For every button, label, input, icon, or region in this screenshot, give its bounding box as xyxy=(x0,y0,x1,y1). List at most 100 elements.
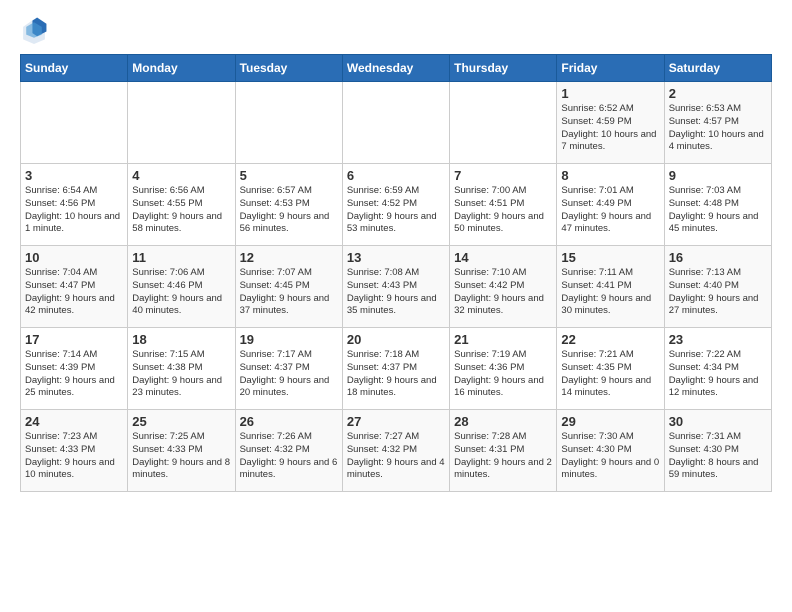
calendar-cell: 16 Sunrise: 7:13 AM Sunset: 4:40 PM Dayli… xyxy=(664,246,771,328)
calendar-week-row: 1 Sunrise: 6:52 AM Sunset: 4:59 PM Daylig… xyxy=(21,82,772,164)
day-info: Sunrise: 7:26 AM Sunset: 4:32 PM Dayligh… xyxy=(240,431,338,482)
calendar-cell: 13Sunrise: 7:08 AM Sunset: 4:43 PM Dayli… xyxy=(342,246,449,328)
calendar-cell: 5Sunrise: 6:57 AM Sunset: 4:53 PM Daylig… xyxy=(235,164,342,246)
calendar-week-row: 24 Sunrise: 7:23 AM Sunset: 4:33 PM Dayli… xyxy=(21,410,772,492)
day-of-week-header: Thursday xyxy=(450,55,557,82)
calendar-cell: 10 Sunrise: 7:04 AM Sunset: 4:47 PM Dayli… xyxy=(21,246,128,328)
day-info: Sunrise: 7:01 AM Sunset: 4:49 PM Dayligh… xyxy=(561,185,659,236)
day-number: 27 xyxy=(347,414,445,429)
day-info: Sunrise: 7:07 AM Sunset: 4:45 PM Dayligh… xyxy=(240,267,338,318)
calendar-cell: 15 Sunrise: 7:11 AM Sunset: 4:41 PM Dayli… xyxy=(557,246,664,328)
day-number: 29 xyxy=(561,414,659,429)
calendar-cell: 4 Sunrise: 6:56 AM Sunset: 4:55 PM Daylig… xyxy=(128,164,235,246)
day-info: Sunrise: 7:13 AM Sunset: 4:40 PM Dayligh… xyxy=(669,267,767,318)
calendar-cell: 18 Sunrise: 7:15 AM Sunset: 4:38 PM Dayli… xyxy=(128,328,235,410)
day-info: Sunrise: 7:31 AM Sunset: 4:30 PM Dayligh… xyxy=(669,431,767,482)
day-number: 23 xyxy=(669,332,767,347)
day-of-week-header: Tuesday xyxy=(235,55,342,82)
day-number: 3 xyxy=(25,168,123,183)
day-info: Sunrise: 7:04 AM Sunset: 4:47 PM Dayligh… xyxy=(25,267,123,318)
day-info: Sunrise: 7:14 AM Sunset: 4:39 PM Dayligh… xyxy=(25,349,123,400)
day-of-week-header: Wednesday xyxy=(342,55,449,82)
day-info: Sunrise: 7:00 AM Sunset: 4:51 PM Dayligh… xyxy=(454,185,552,236)
calendar-cell: 1 Sunrise: 6:52 AM Sunset: 4:59 PM Daylig… xyxy=(557,82,664,164)
day-info: Sunrise: 7:15 AM Sunset: 4:38 PM Dayligh… xyxy=(132,349,230,400)
day-info: Sunrise: 7:08 AM Sunset: 4:43 PM Dayligh… xyxy=(347,267,445,318)
day-number: 26 xyxy=(240,414,338,429)
calendar-cell xyxy=(450,82,557,164)
calendar-week-row: 3 Sunrise: 6:54 AM Sunset: 4:56 PM Daylig… xyxy=(21,164,772,246)
calendar-cell: 19Sunrise: 7:17 AM Sunset: 4:37 PM Dayli… xyxy=(235,328,342,410)
day-number: 14 xyxy=(454,250,552,265)
day-info: Sunrise: 7:17 AM Sunset: 4:37 PM Dayligh… xyxy=(240,349,338,400)
day-number: 2 xyxy=(669,86,767,101)
day-number: 11 xyxy=(132,250,230,265)
day-info: Sunrise: 6:52 AM Sunset: 4:59 PM Dayligh… xyxy=(561,103,659,154)
day-number: 7 xyxy=(454,168,552,183)
day-number: 18 xyxy=(132,332,230,347)
day-number: 9 xyxy=(669,168,767,183)
calendar-table: SundayMondayTuesdayWednesdayThursdayFrid… xyxy=(20,54,772,492)
calendar-header-row: SundayMondayTuesdayWednesdayThursdayFrid… xyxy=(21,55,772,82)
calendar-cell xyxy=(235,82,342,164)
day-of-week-header: Monday xyxy=(128,55,235,82)
calendar-cell: 22Sunrise: 7:21 AM Sunset: 4:35 PM Dayli… xyxy=(557,328,664,410)
calendar-cell: 17 Sunrise: 7:14 AM Sunset: 4:39 PM Dayli… xyxy=(21,328,128,410)
logo xyxy=(20,16,52,44)
day-info: Sunrise: 6:59 AM Sunset: 4:52 PM Dayligh… xyxy=(347,185,445,236)
header xyxy=(20,16,772,44)
calendar-cell: 30 Sunrise: 7:31 AM Sunset: 4:30 PM Dayli… xyxy=(664,410,771,492)
calendar-cell: 28Sunrise: 7:28 AM Sunset: 4:31 PM Dayli… xyxy=(450,410,557,492)
day-info: Sunrise: 7:30 AM Sunset: 4:30 PM Dayligh… xyxy=(561,431,659,482)
calendar-cell: 29 Sunrise: 7:30 AM Sunset: 4:30 PM Dayli… xyxy=(557,410,664,492)
calendar-cell: 3 Sunrise: 6:54 AM Sunset: 4:56 PM Daylig… xyxy=(21,164,128,246)
day-info: Sunrise: 7:19 AM Sunset: 4:36 PM Dayligh… xyxy=(454,349,552,400)
day-info: Sunrise: 7:03 AM Sunset: 4:48 PM Dayligh… xyxy=(669,185,767,236)
day-number: 4 xyxy=(132,168,230,183)
day-number: 22 xyxy=(561,332,659,347)
page-container: SundayMondayTuesdayWednesdayThursdayFrid… xyxy=(0,0,792,502)
day-number: 17 xyxy=(25,332,123,347)
day-info: Sunrise: 6:53 AM Sunset: 4:57 PM Dayligh… xyxy=(669,103,767,154)
day-info: Sunrise: 7:11 AM Sunset: 4:41 PM Dayligh… xyxy=(561,267,659,318)
day-of-week-header: Friday xyxy=(557,55,664,82)
day-number: 12 xyxy=(240,250,338,265)
calendar-cell: 2 Sunrise: 6:53 AM Sunset: 4:57 PM Daylig… xyxy=(664,82,771,164)
day-info: Sunrise: 6:54 AM Sunset: 4:56 PM Dayligh… xyxy=(25,185,123,236)
day-info: Sunrise: 6:56 AM Sunset: 4:55 PM Dayligh… xyxy=(132,185,230,236)
day-number: 5 xyxy=(240,168,338,183)
calendar-cell: 25 Sunrise: 7:25 AM Sunset: 4:33 PM Dayli… xyxy=(128,410,235,492)
day-info: Sunrise: 7:23 AM Sunset: 4:33 PM Dayligh… xyxy=(25,431,123,482)
day-number: 16 xyxy=(669,250,767,265)
day-info: Sunrise: 7:18 AM Sunset: 4:37 PM Dayligh… xyxy=(347,349,445,400)
calendar-cell xyxy=(21,82,128,164)
calendar-cell: 24 Sunrise: 7:23 AM Sunset: 4:33 PM Dayli… xyxy=(21,410,128,492)
day-number: 25 xyxy=(132,414,230,429)
calendar-cell: 12 Sunrise: 7:07 AM Sunset: 4:45 PM Dayli… xyxy=(235,246,342,328)
calendar-week-row: 10 Sunrise: 7:04 AM Sunset: 4:47 PM Dayli… xyxy=(21,246,772,328)
day-number: 10 xyxy=(25,250,123,265)
calendar-cell: 14 Sunrise: 7:10 AM Sunset: 4:42 PM Dayli… xyxy=(450,246,557,328)
calendar-cell: 20 Sunrise: 7:18 AM Sunset: 4:37 PM Dayli… xyxy=(342,328,449,410)
day-info: Sunrise: 7:25 AM Sunset: 4:33 PM Dayligh… xyxy=(132,431,230,482)
logo-icon xyxy=(20,16,48,44)
calendar-cell: 6Sunrise: 6:59 AM Sunset: 4:52 PM Daylig… xyxy=(342,164,449,246)
calendar-cell: 8 Sunrise: 7:01 AM Sunset: 4:49 PM Daylig… xyxy=(557,164,664,246)
calendar-week-row: 17 Sunrise: 7:14 AM Sunset: 4:39 PM Dayli… xyxy=(21,328,772,410)
day-info: Sunrise: 7:06 AM Sunset: 4:46 PM Dayligh… xyxy=(132,267,230,318)
calendar-cell: 26 Sunrise: 7:26 AM Sunset: 4:32 PM Dayli… xyxy=(235,410,342,492)
day-number: 15 xyxy=(561,250,659,265)
day-info: Sunrise: 7:10 AM Sunset: 4:42 PM Dayligh… xyxy=(454,267,552,318)
day-number: 24 xyxy=(25,414,123,429)
day-info: Sunrise: 7:22 AM Sunset: 4:34 PM Dayligh… xyxy=(669,349,767,400)
day-number: 8 xyxy=(561,168,659,183)
calendar-cell xyxy=(128,82,235,164)
day-info: Sunrise: 7:27 AM Sunset: 4:32 PM Dayligh… xyxy=(347,431,445,482)
calendar-cell: 9 Sunrise: 7:03 AM Sunset: 4:48 PM Daylig… xyxy=(664,164,771,246)
day-number: 30 xyxy=(669,414,767,429)
day-number: 1 xyxy=(561,86,659,101)
day-number: 20 xyxy=(347,332,445,347)
day-number: 28 xyxy=(454,414,552,429)
calendar-cell: 23 Sunrise: 7:22 AM Sunset: 4:34 PM Dayli… xyxy=(664,328,771,410)
day-of-week-header: Sunday xyxy=(21,55,128,82)
